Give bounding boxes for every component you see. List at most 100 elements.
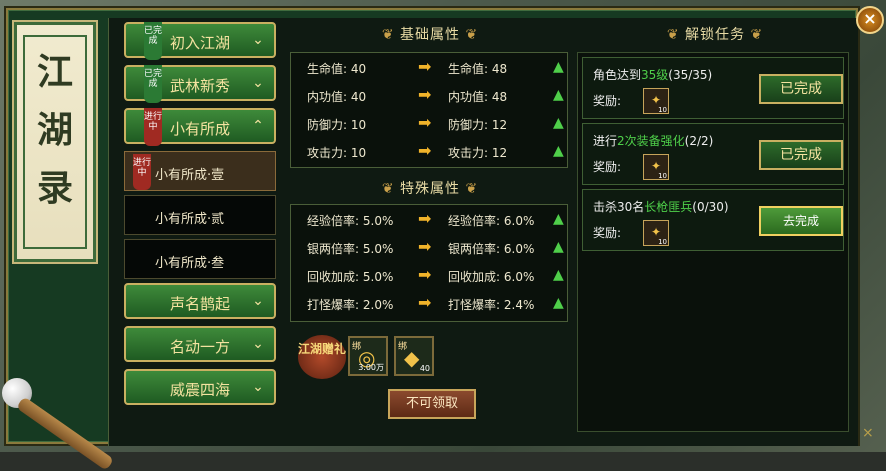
reward-item[interactable]: ✦ 10 — [643, 88, 669, 114]
gift-item-ingot[interactable]: 绑 ◆ 40 — [394, 336, 434, 376]
chevron-down-icon: ⌄ — [252, 379, 264, 395]
task-desc: 进行2次装备强化(2/2) — [593, 134, 714, 148]
reward-label: 奖励: — [593, 160, 622, 174]
completed-button[interactable]: 已完成 — [759, 74, 843, 104]
reward-qty: 10 — [658, 238, 667, 246]
panel-title: 江 湖 录 — [17, 43, 93, 217]
attr-current: 回收加成: 5.0% — [307, 270, 394, 284]
reward-label: 奖励: — [593, 94, 622, 108]
ornament-icon: ❦ — [381, 27, 395, 43]
nav-item-wulinxinxiu[interactable]: 已完成 武林新秀 ⌄ — [124, 65, 276, 103]
ornament-icon: ❦ — [465, 181, 479, 197]
lantern-icon: ✦ — [650, 225, 662, 239]
chevron-up-icon: ⌃ — [252, 118, 264, 134]
attr-next: 打怪爆率: 2.4% — [448, 298, 535, 312]
gift-item-coins[interactable]: 绑 ◎ 3.00万 — [348, 336, 388, 376]
ornament-icon: ❦ — [465, 27, 479, 43]
arrow-up-icon: ▲ — [553, 143, 564, 159]
arrow-up-icon: ▲ — [553, 211, 564, 227]
sub-item-3[interactable]: 小有所成·叁 — [124, 239, 276, 279]
gift-emblem-text: 江湖赠礼 — [298, 342, 347, 356]
task-item: 进行2次装备强化(2/2) 奖励: ✦ 10 已完成 — [582, 123, 844, 185]
arrow-up-icon: ▲ — [553, 267, 564, 283]
attr-row: 打怪爆率: 2.0% ➡ 打怪爆率: 2.4% ▲ — [291, 289, 567, 317]
sub-item-1[interactable]: 进行中 小有所成·壹 — [124, 151, 276, 191]
ornament-icon: ❦ — [666, 27, 680, 43]
task-desc: 角色达到35级(35/35) — [593, 68, 713, 82]
status-badge: 进行中 — [133, 154, 151, 190]
base-attrs-table: 生命值: 40 ➡ 生命值: 48 ▲ 内功值: 40 ➡ 内功值: 48 ▲ … — [290, 52, 568, 168]
special-attrs-header: ❦ 特殊属性 ❦ — [350, 178, 510, 198]
item-qty: 40 — [419, 364, 430, 373]
attr-next: 内功值: 48 — [448, 90, 508, 104]
attr-row: 经验倍率: 5.0% ➡ 经验倍率: 6.0% ▲ — [291, 205, 567, 233]
attr-current: 防御力: 10 — [307, 118, 367, 132]
completed-button[interactable]: 已完成 — [759, 140, 843, 170]
arrow-up-icon: ▲ — [553, 295, 564, 311]
status-badge: 已完成 — [144, 65, 162, 103]
attr-current: 银两倍率: 5.0% — [307, 242, 394, 256]
arrow-right-icon: ➡ — [418, 237, 432, 256]
title-scroll: 江 湖 录 — [14, 22, 96, 262]
attr-current: 内功值: 40 — [307, 90, 367, 104]
arrow-up-icon: ▲ — [553, 59, 564, 75]
claim-button[interactable]: 不可领取 — [388, 389, 476, 419]
reward-item[interactable]: ✦ 10 — [643, 220, 669, 246]
nav-item-weizhensihai[interactable]: 威震四海 ⌄ — [124, 369, 276, 405]
tasks-header: ❦ 解锁任务 ❦ — [640, 24, 790, 44]
title-char-3: 录 — [36, 167, 73, 209]
chevron-down-icon: ⌄ — [252, 293, 264, 309]
special-attrs-table: 经验倍率: 5.0% ➡ 经验倍率: 6.0% ▲ 银两倍率: 5.0% ➡ 银… — [290, 204, 568, 322]
reward-label: 奖励: — [593, 226, 622, 240]
attr-row: 攻击力: 10 ➡ 攻击力: 12 ▲ — [291, 137, 567, 165]
arrow-up-icon: ▲ — [553, 239, 564, 255]
sub-item-2[interactable]: 小有所成·贰 — [124, 195, 276, 235]
attr-next: 攻击力: 12 — [448, 146, 508, 160]
title-char-2: 湖 — [36, 109, 73, 151]
arrow-up-icon: ▲ — [553, 115, 564, 131]
attr-row: 回收加成: 5.0% ➡ 回收加成: 6.0% ▲ — [291, 261, 567, 289]
sub-item-label: 小有所成·叁 — [155, 256, 225, 271]
sub-item-label: 小有所成·壹 — [155, 168, 225, 183]
task-item: 击杀30名长枪匪兵(0/30) 奖励: ✦ 10 去完成 — [582, 189, 844, 251]
arrow-right-icon: ➡ — [418, 293, 432, 312]
status-badge: 已完成 — [144, 22, 162, 60]
attr-next: 生命值: 48 — [448, 62, 508, 76]
go-complete-button[interactable]: 去完成 — [759, 206, 843, 236]
reward-item[interactable]: ✦ 10 — [643, 154, 669, 180]
reward-qty: 10 — [658, 172, 667, 180]
nav-item-xiaoyousuocheng[interactable]: 进行中 小有所成 ⌃ — [124, 108, 276, 146]
ornament-icon: ❦ — [750, 27, 764, 43]
attr-current: 打怪爆率: 2.0% — [307, 298, 394, 312]
chevron-down-icon: ⌄ — [252, 32, 264, 48]
chevron-down-icon: ⌄ — [252, 75, 264, 91]
nav-item-label: 名动一方 — [170, 338, 231, 356]
task-list: 角色达到35级(35/35) 奖励: ✦ 10 已完成 进行2次装备强化(2/2… — [577, 52, 849, 432]
attr-row: 内功值: 40 ➡ 内功值: 48 ▲ — [291, 81, 567, 109]
sub-item-label: 小有所成·贰 — [155, 212, 225, 227]
attr-row: 生命值: 40 ➡ 生命值: 48 ▲ — [291, 53, 567, 81]
nav-item-mingdongyifang[interactable]: 名动一方 ⌄ — [124, 326, 276, 362]
base-attrs-header: ❦ 基础属性 ❦ — [350, 24, 510, 44]
attr-next: 防御力: 12 — [448, 118, 508, 132]
arrow-up-icon: ▲ — [553, 87, 564, 103]
nav-item-label: 武林新秀 — [170, 77, 231, 95]
gold-ingot-icon: ◆ — [404, 346, 420, 370]
attr-next: 经验倍率: 6.0% — [448, 214, 535, 228]
attr-next: 银两倍率: 6.0% — [448, 242, 535, 256]
chapter-nav: 已完成 初入江湖 ⌄ 已完成 武林新秀 ⌄ 进行中 小有所成 ⌃ 进行中 小有所… — [124, 22, 276, 412]
nav-item-chujianghu[interactable]: 已完成 初入江湖 ⌄ — [124, 22, 276, 60]
section-title: 解锁任务 — [685, 27, 745, 43]
attr-current: 攻击力: 10 — [307, 146, 367, 160]
close-button[interactable]: × — [856, 6, 884, 34]
nav-item-label: 小有所成 — [170, 120, 231, 138]
status-badge: 进行中 — [144, 108, 162, 146]
attr-next: 回收加成: 6.0% — [448, 270, 535, 284]
corner-ornament-icon: ⨯ — [862, 425, 874, 441]
arrow-right-icon: ➡ — [418, 85, 432, 104]
reward-qty: 10 — [658, 106, 667, 114]
close-icon: × — [863, 9, 877, 28]
lantern-icon: ✦ — [650, 159, 662, 173]
nav-item-shengmingqueqi[interactable]: 声名鹊起 ⌄ — [124, 283, 276, 319]
nav-item-label: 威震四海 — [170, 381, 231, 399]
